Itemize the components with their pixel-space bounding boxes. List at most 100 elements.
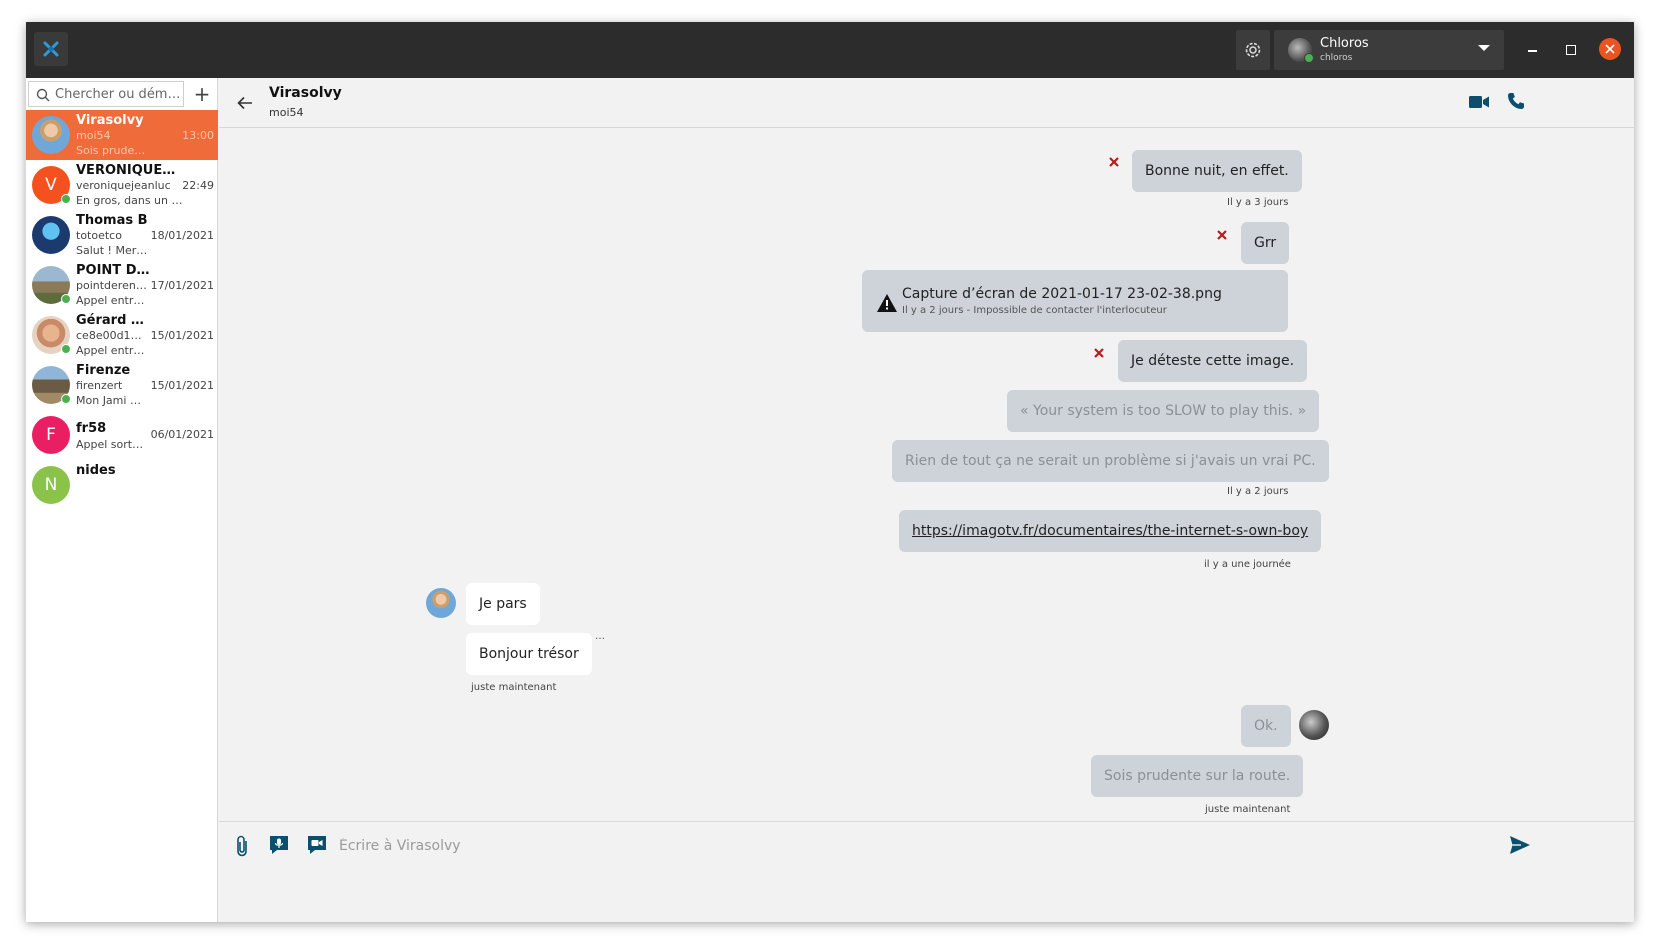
video-camera-icon: [1469, 96, 1489, 108]
conversation-preview: Salut ! Mer…: [76, 244, 148, 257]
conversation-preview: Appel entr…: [76, 294, 145, 307]
account-id: chloros: [1320, 53, 1353, 63]
conversation-preview: Sois prudente sur…: [76, 144, 150, 157]
close-icon: [1605, 44, 1615, 54]
message-bubble-outgoing[interactable]: Sois prudente sur la route.: [1091, 755, 1304, 797]
message-link[interactable]: https://imagotv.fr/documentaires/the-int…: [912, 523, 1308, 539]
app-window: Chloros chloros + Virasolvy moi54 13:00 …: [26, 22, 1634, 922]
phone-icon: [1508, 93, 1524, 109]
conversation-name: Gérard …: [76, 313, 144, 328]
search-icon: [36, 88, 50, 102]
send-button[interactable]: [1509, 835, 1531, 859]
conversation-preview: En gros, dans un t…: [76, 194, 186, 207]
avatar: V: [32, 166, 71, 204]
message-bubble-incoming[interactable]: Bonjour trésor: [466, 633, 592, 675]
minimize-button[interactable]: [1523, 40, 1543, 60]
conversation-time: 06/01/2021: [150, 428, 214, 441]
conversation-item-virasolvy[interactable]: Virasolvy moi54 13:00 Sois prudente sur…: [26, 110, 218, 160]
online-status-icon: [61, 294, 71, 304]
message-bubble-outgoing[interactable]: Grr: [1241, 222, 1290, 264]
avatar: F: [32, 416, 70, 454]
message-timestamp: Il y a 3 jours: [1227, 197, 1289, 208]
conversation-name: nides: [76, 463, 116, 478]
audio-call-button[interactable]: [1507, 92, 1525, 114]
message-timestamp: juste maintenant: [471, 682, 557, 693]
microphone-message-icon: [270, 836, 288, 854]
message-timestamp: Il y a 2 jours: [1227, 486, 1289, 497]
conversation-preview: Appel entr…: [76, 344, 145, 357]
video-message-icon: [308, 836, 326, 854]
conversation-time: 22:49: [182, 179, 214, 192]
avatar: [32, 316, 71, 354]
message-bubble-outgoing[interactable]: « Your system is too SLOW to play this. …: [1007, 390, 1320, 432]
conversation-item-point-d[interactable]: POINT D… pointderen… 17/01/2021 Appel en…: [26, 260, 218, 310]
message-timestamp: juste maintenant: [1205, 804, 1291, 815]
online-status-icon: [61, 394, 71, 404]
title-bar: Chloros chloros: [26, 22, 1634, 78]
back-button[interactable]: [237, 95, 253, 114]
message-bubble-outgoing[interactable]: Rien de tout ça ne serait un problème si…: [892, 440, 1329, 482]
record-audio-button[interactable]: [269, 835, 289, 859]
conversation-time: 13:00: [182, 129, 214, 142]
message-bubble-link[interactable]: https://imagotv.fr/documentaires/the-int…: [899, 510, 1322, 552]
search-input[interactable]: [55, 84, 183, 104]
record-video-button[interactable]: [307, 835, 327, 859]
conversation-name: POINT D…: [76, 263, 150, 278]
attach-file-button[interactable]: [235, 835, 249, 861]
arrow-left-icon: [237, 96, 252, 110]
conversation-id: pointderen…: [76, 279, 147, 292]
account-selector[interactable]: Chloros chloros: [1274, 30, 1504, 70]
message-bubble-outgoing[interactable]: Je déteste cette image.: [1118, 340, 1308, 382]
typing-indicator: …: [595, 631, 605, 642]
file-transfer-bubble[interactable]: Capture d’écran de 2021-01-17 23-02-38.p…: [862, 270, 1288, 332]
message-bubble-incoming[interactable]: Je pars: [466, 583, 540, 625]
conversation-item-thomas-b[interactable]: Thomas B totoetco 18/01/2021 Salut ! Mer…: [26, 210, 218, 260]
settings-button[interactable]: [1236, 30, 1270, 70]
conversation-time: 15/01/2021: [150, 379, 214, 392]
file-name: Capture d’écran de 2021-01-17 23-02-38.p…: [902, 286, 1222, 302]
avatar: [32, 366, 71, 404]
conversation-preview: Appel sorta…: [76, 438, 148, 451]
conversation-name: Firenze: [76, 363, 131, 378]
message-composer: [219, 821, 1634, 922]
message-input[interactable]: [339, 834, 1489, 858]
avatar: [32, 116, 70, 154]
conversation-item-veronique[interactable]: V VERONIQUE… veroniquejeanluc 22:49 En g…: [26, 160, 218, 210]
conversation-time: 17/01/2021: [150, 279, 214, 292]
conversation-time: 15/01/2021: [150, 329, 214, 342]
avatar: N: [32, 466, 70, 504]
conversation-time: 18/01/2021: [150, 229, 214, 242]
search-box[interactable]: [28, 81, 184, 107]
message-list[interactable]: Bonne nuit, en effet. Il y a 3 jours Grr…: [219, 128, 1634, 821]
chat-header: Virasolvy moi54: [219, 78, 1634, 128]
chevron-down-icon: [1478, 45, 1490, 51]
peer-id: moi54: [269, 106, 304, 119]
close-button[interactable]: [1599, 38, 1621, 60]
avatar: [32, 216, 70, 254]
conversation-sidebar: + Virasolvy moi54 13:00 Sois prudente su…: [26, 78, 218, 922]
gear-icon: [1245, 42, 1261, 58]
conversation-name: VERONIQUE…: [76, 163, 176, 178]
message-bubble-outgoing[interactable]: Bonne nuit, en effet.: [1132, 150, 1302, 192]
video-call-button[interactable]: [1469, 94, 1489, 113]
message-bubble-outgoing[interactable]: Ok.: [1241, 705, 1291, 747]
account-avatar: [1288, 38, 1314, 63]
conversation-item-fr58[interactable]: F fr58 Appel sorta… 06/01/2021: [26, 410, 218, 460]
conversation-name: Thomas B: [76, 213, 148, 228]
send-failed-icon: [1217, 230, 1227, 240]
add-conversation-button[interactable]: +: [190, 81, 214, 107]
peer-name: Virasolvy: [269, 85, 342, 101]
send-failed-icon: [1109, 157, 1119, 167]
conversation-id: totoetco: [76, 229, 122, 242]
conversation-item-firenze[interactable]: Firenze firenzert 15/01/2021 Mon Jami …: [26, 360, 218, 410]
maximize-button[interactable]: [1561, 40, 1581, 60]
jami-logo-icon[interactable]: [34, 32, 68, 66]
conversation-item-gerard[interactable]: Gérard … ce8e00d16… 15/01/2021 Appel ent…: [26, 310, 218, 360]
conversation-name: Virasolvy: [76, 113, 144, 128]
message-timestamp: il y a une journée: [1204, 559, 1291, 570]
conversation-id: firenzert: [76, 379, 123, 392]
conversation-id: ce8e00d16…: [76, 329, 148, 342]
account-name: Chloros: [1320, 36, 1369, 51]
conversation-id: veroniquejeanluc: [76, 179, 171, 192]
conversation-item-nides[interactable]: N nides: [26, 460, 218, 510]
